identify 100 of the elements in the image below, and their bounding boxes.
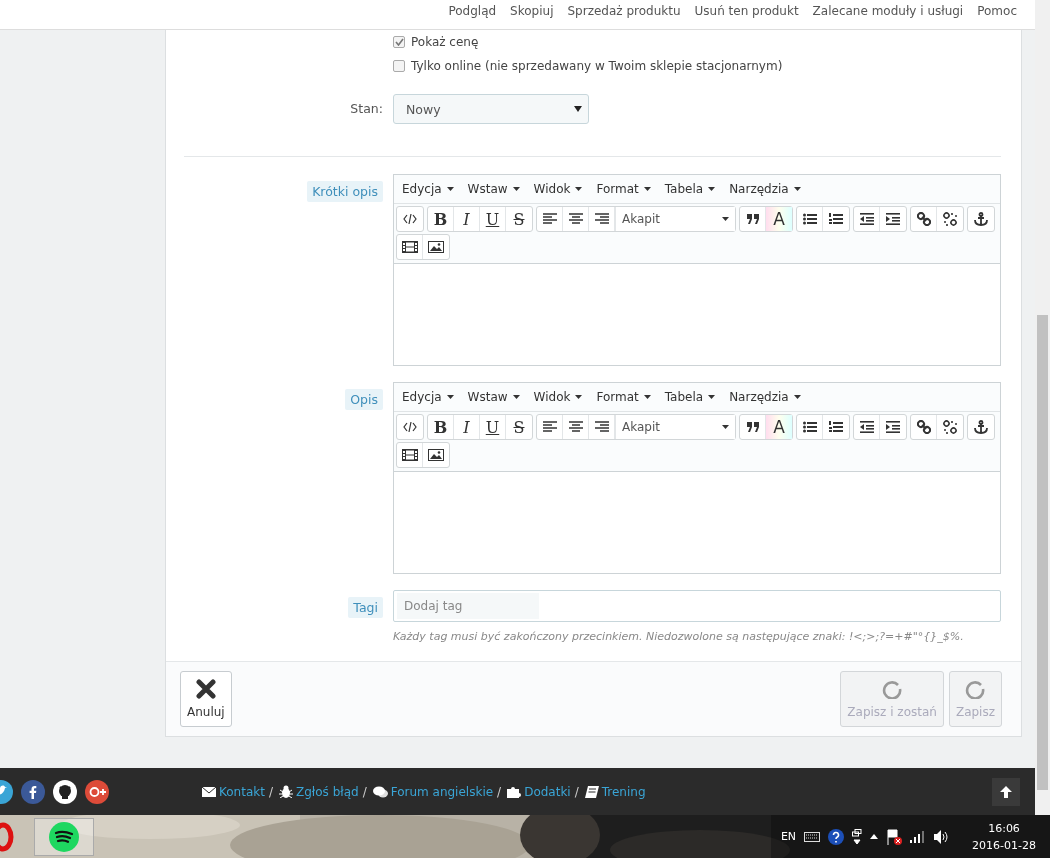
menu-button[interactable]: Edycja	[396, 182, 460, 196]
italic-button[interactable]: I	[454, 207, 480, 231]
clock-time: 16:06	[988, 821, 1020, 835]
close-icon	[195, 679, 216, 699]
footer-link[interactable]: Kontakt	[202, 784, 265, 799]
italic-button[interactable]: I	[454, 415, 480, 439]
separator: /	[574, 784, 579, 799]
image-icon	[428, 241, 444, 253]
caret-icon	[446, 187, 454, 191]
text-color-button[interactable]: A	[766, 415, 792, 439]
align-center-icon	[568, 421, 583, 433]
align-right-icon	[594, 421, 609, 433]
field-label: Opis	[345, 389, 383, 410]
align-center-icon	[568, 213, 583, 225]
header-link[interactable]: Zalecane moduły i usługi	[812, 4, 964, 18]
code-icon	[403, 213, 417, 225]
align-right-icon	[594, 213, 609, 225]
header-link[interactable]: Pomoc	[977, 4, 1017, 18]
keyboard-icon	[804, 831, 821, 842]
condition-select[interactable]: Nowy	[393, 94, 589, 124]
caret-icon	[574, 106, 582, 112]
caret-icon	[643, 187, 651, 191]
bold-button[interactable]: B	[428, 207, 454, 231]
underline-button[interactable]: U	[480, 415, 506, 439]
envelope-icon	[202, 786, 216, 797]
caret-icon	[512, 395, 520, 399]
chevron-up-icon	[870, 834, 879, 839]
puzzle-icon	[507, 785, 522, 798]
caret-icon	[793, 395, 801, 399]
menu-button[interactable]: Edycja	[396, 390, 460, 404]
field-label: Krótki opis	[307, 181, 383, 202]
menu-button[interactable]: Narzędzia	[723, 182, 807, 196]
bug-icon	[279, 785, 293, 798]
language-indicator[interactable]: EN	[780, 830, 797, 843]
menu-button[interactable]: Widok	[527, 390, 589, 404]
quote-icon	[745, 213, 760, 225]
window-icon	[852, 828, 863, 845]
caret-icon	[708, 187, 716, 191]
bullet-list-icon	[802, 213, 817, 225]
bullet-list-icon	[802, 421, 817, 433]
unlink-icon	[943, 420, 957, 434]
underline-button[interactable]: U	[480, 207, 506, 231]
arrow-up-icon	[1000, 785, 1012, 798]
film-icon	[401, 449, 418, 461]
outdent-icon	[859, 421, 874, 433]
align-left-icon	[542, 213, 557, 225]
footer-link[interactable]: Zgłoś błąd	[279, 784, 359, 799]
caret-icon	[575, 187, 583, 191]
checkbox[interactable]	[393, 60, 405, 72]
spinner-icon	[965, 679, 986, 699]
bold-button[interactable]: B	[428, 415, 454, 439]
menu-button[interactable]: Tabela	[658, 390, 722, 404]
menu-button[interactable]: Wstaw	[461, 182, 526, 196]
menu-button[interactable]: Widok	[527, 182, 589, 196]
numbered-list-icon	[829, 421, 843, 433]
caret-icon	[575, 395, 583, 399]
field-label: Stan:	[350, 100, 383, 118]
footer-link[interactable]: Forum angielskie	[372, 784, 494, 799]
numbered-list-icon	[829, 213, 843, 225]
back-to-top-button[interactable]	[992, 777, 1020, 806]
block-format-select[interactable]: Akapit	[615, 415, 735, 439]
speaker-icon	[934, 829, 951, 844]
link-icon	[916, 212, 931, 226]
unlink-icon	[943, 212, 957, 226]
tags-field[interactable]: Dodaj tag	[393, 590, 1001, 622]
header-link[interactable]: Sprzedaż produktu	[567, 4, 681, 18]
code-icon	[403, 421, 417, 433]
menu-button[interactable]: Wstaw	[461, 390, 526, 404]
scrollbar-thumb[interactable]	[1037, 315, 1048, 790]
cancel-button[interactable]: Anuluj	[180, 671, 232, 727]
indent-icon	[886, 421, 900, 433]
header-link[interactable]: Usuń ten produkt	[694, 4, 799, 18]
menu-button[interactable]: Format	[590, 390, 657, 404]
menu-button[interactable]: Format	[590, 182, 657, 196]
caret-icon	[446, 395, 454, 399]
scrollbar[interactable]	[1035, 0, 1050, 815]
taskbar-button[interactable]	[34, 817, 94, 856]
strikethrough-button[interactable]: S	[506, 207, 532, 231]
anchor-icon	[974, 420, 988, 434]
menu-button[interactable]: Tabela	[658, 182, 722, 196]
align-left-icon	[542, 421, 557, 433]
link-icon	[916, 420, 931, 434]
caret-icon	[793, 187, 801, 191]
spotify-icon	[49, 821, 79, 852]
caret-icon	[708, 395, 716, 399]
strikethrough-button[interactable]: S	[506, 415, 532, 439]
text-color-button[interactable]: A	[766, 207, 792, 231]
footer-link[interactable]: Trening	[584, 784, 646, 799]
header-link[interactable]: Podgląd	[448, 4, 497, 18]
outdent-icon	[859, 213, 874, 225]
footer-link[interactable]: Dodatki	[507, 784, 571, 799]
flag-icon	[886, 828, 903, 845]
caret-icon	[722, 425, 729, 429]
menu-button[interactable]: Narzędzia	[723, 390, 807, 404]
clock-date: 2016-01-28	[972, 838, 1036, 852]
header-link[interactable]: Skopiuj	[510, 4, 554, 18]
block-format-select[interactable]: Akapit	[615, 207, 735, 231]
checkbox[interactable]	[393, 36, 405, 48]
film-icon	[401, 241, 418, 253]
field-label: Tagi	[348, 597, 383, 618]
